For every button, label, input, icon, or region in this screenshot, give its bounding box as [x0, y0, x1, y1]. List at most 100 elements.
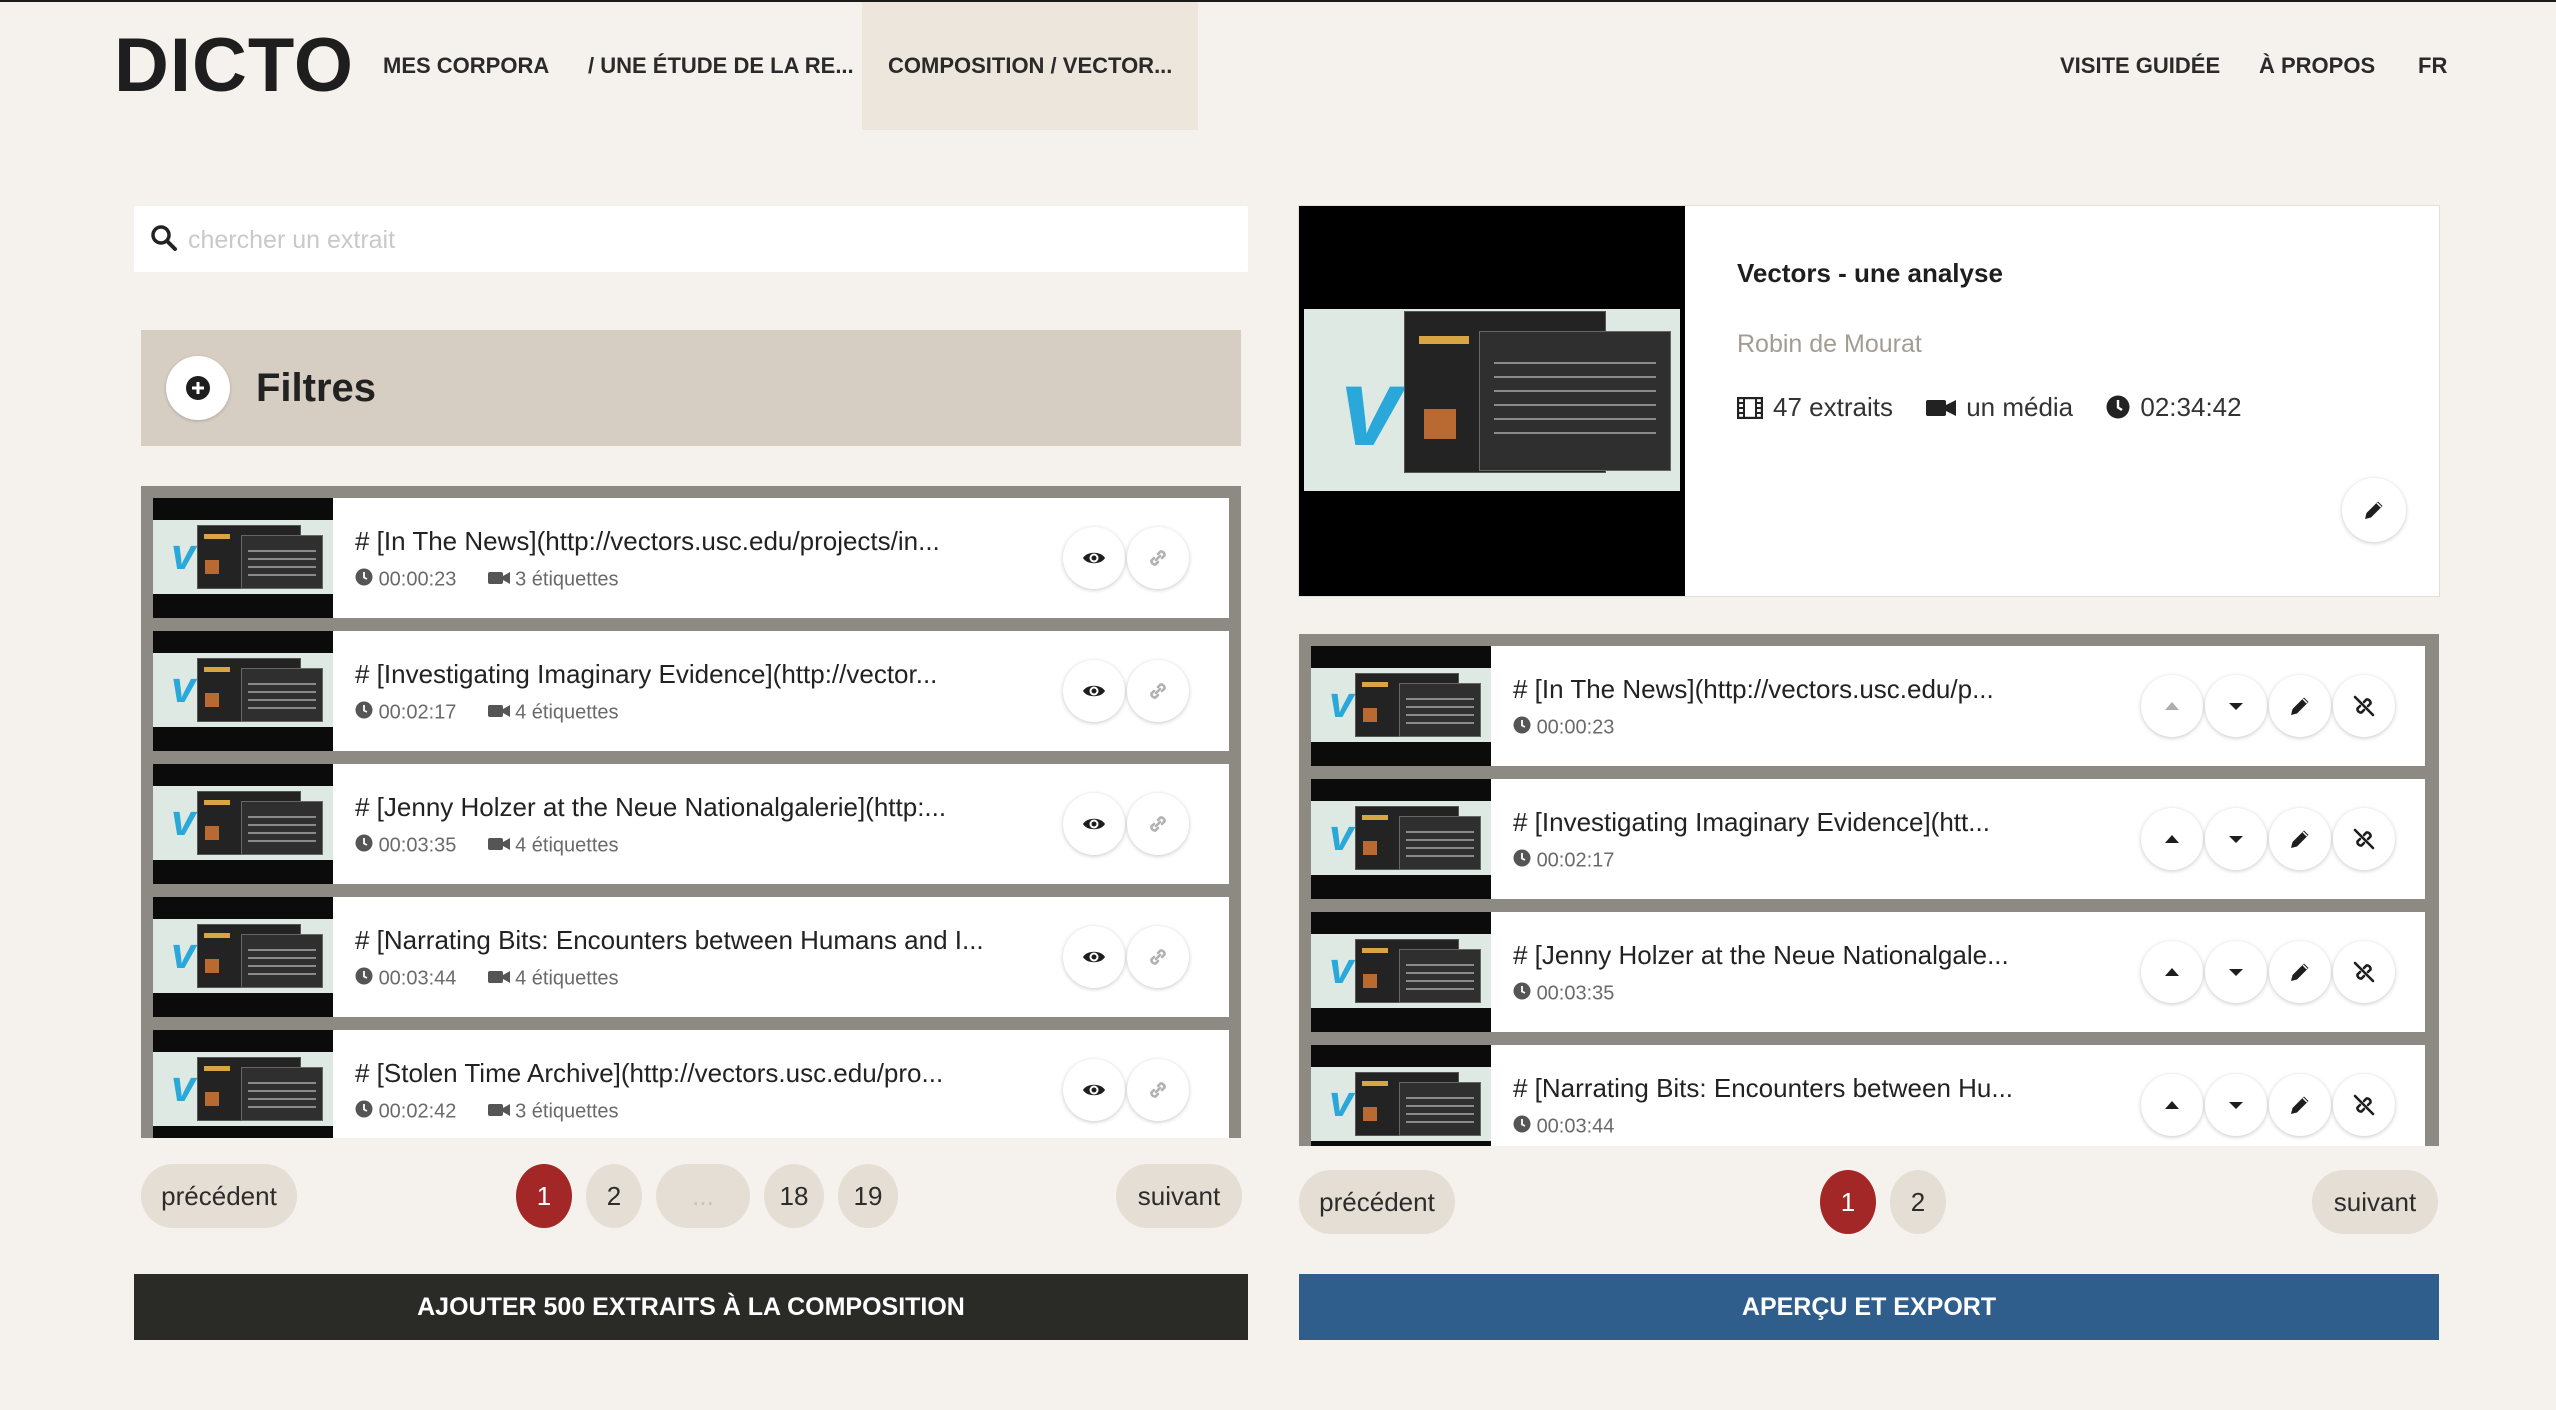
composition-item-title: # [Jenny Holzer at the Neue Nationalgale…	[1513, 940, 2009, 970]
link-button[interactable]	[1127, 660, 1189, 722]
composition-item[interactable]: v # [In The News](http://vectors.usc.edu…	[1311, 646, 2425, 766]
composition-item-duration: 00:02:17	[1536, 849, 1615, 872]
remove-item-button[interactable]	[2333, 808, 2395, 870]
nav-corpora[interactable]: MES CORPORA	[383, 2, 549, 130]
composition-item-meta: 00:03:44	[1513, 1115, 1614, 1139]
prev-page-button[interactable]: précédent	[1299, 1170, 1455, 1234]
app-logo[interactable]: DICTO	[114, 18, 354, 114]
excerpt-meta: 00:02:17 4 étiquettes	[355, 701, 619, 725]
excerpt-item[interactable]: v # [Jenny Holzer at the Neue Nationalga…	[153, 764, 1229, 884]
page-ellipsis: ...	[656, 1164, 750, 1228]
preview-button[interactable]	[1063, 527, 1125, 589]
composition-list[interactable]: v # [In The News](http://vectors.usc.edu…	[1299, 634, 2439, 1146]
link-button[interactable]	[1127, 926, 1189, 988]
excerpt-duration: 00:02:17	[378, 701, 457, 724]
filters-panel[interactable]: Filtres	[141, 330, 1241, 446]
page-button-19[interactable]: 19	[838, 1164, 898, 1228]
composition-author: Robin de Mourat	[1737, 330, 1922, 358]
preview-button[interactable]	[1063, 926, 1125, 988]
move-down-button[interactable]	[2205, 808, 2267, 870]
edit-composition-button[interactable]	[2342, 478, 2406, 542]
composition-item-title: # [In The News](http://vectors.usc.edu/p…	[1513, 674, 1994, 704]
nav-composition[interactable]: COMPOSITION / VECTOR...	[862, 2, 1199, 130]
edit-item-button[interactable]	[2269, 1074, 2331, 1136]
page-button-1[interactable]: 1	[516, 1164, 572, 1228]
remove-item-button[interactable]	[2333, 675, 2395, 737]
composition-video-thumbnail[interactable]: v	[1299, 206, 1685, 596]
excerpt-item[interactable]: v # [Investigating Imaginary Evidence](h…	[153, 631, 1229, 751]
add-excerpts-button[interactable]: AJOUTER 500 EXTRAITS À LA COMPOSITION	[134, 1274, 1248, 1340]
video-camera-icon	[487, 569, 510, 592]
move-down-button[interactable]	[2205, 675, 2267, 737]
page-button-18[interactable]: 18	[764, 1164, 824, 1228]
filters-toggle-button[interactable]	[166, 356, 230, 420]
excerpt-item[interactable]: v # [Narrating Bits: Encounters between …	[153, 897, 1229, 1017]
remove-item-button[interactable]	[2333, 941, 2395, 1003]
clock-icon	[1513, 849, 1531, 873]
move-up-button[interactable]	[2141, 808, 2203, 870]
preview-button[interactable]	[1063, 660, 1125, 722]
film-icon	[1736, 392, 1773, 422]
excerpt-thumbnail: v	[1311, 779, 1491, 899]
composition-card: v Vectors - une analyse Robin de Mourat …	[1299, 206, 2439, 596]
clock-icon	[355, 967, 373, 991]
composition-duration: 02:34:42	[2140, 392, 2242, 422]
excerpt-duration: 00:03:35	[378, 834, 457, 857]
composition-stats: 47 extraits un média 02:34:42	[1736, 392, 2268, 423]
preview-button[interactable]	[1063, 1059, 1125, 1121]
edit-item-button[interactable]	[2269, 675, 2331, 737]
excerpt-item[interactable]: v # [In The News](http://vectors.usc.edu…	[153, 498, 1229, 618]
excerpt-tags: 3 étiquettes	[515, 1100, 619, 1123]
excerpt-title: # [In The News](http://vectors.usc.edu/p…	[355, 526, 940, 556]
search-input[interactable]	[186, 206, 1230, 274]
excerpt-meta: 00:03:35 4 étiquettes	[355, 834, 619, 858]
excerpt-title: # [Narrating Bits: Encounters between Hu…	[355, 925, 984, 955]
excerpt-thumbnail: v	[1311, 912, 1491, 1032]
composition-item[interactable]: v # [Investigating Imaginary Evidence](h…	[1311, 779, 2425, 899]
clock-icon	[1513, 982, 1531, 1006]
search-icon	[150, 224, 178, 252]
nav-about[interactable]: À PROPOS	[2259, 2, 2375, 130]
page-button-1[interactable]: 1	[1820, 1170, 1876, 1234]
excerpt-list[interactable]: v # [In The News](http://vectors.usc.edu…	[141, 486, 1241, 1138]
nav-corpus[interactable]: / UNE ÉTUDE DE LA RE...	[588, 2, 854, 130]
edit-item-button[interactable]	[2269, 941, 2331, 1003]
remove-item-button[interactable]	[2333, 1074, 2395, 1136]
preview-export-button[interactable]: APERÇU ET EXPORT	[1299, 1274, 2439, 1340]
composition-item-duration: 00:03:35	[1536, 982, 1615, 1005]
excerpt-title: # [Jenny Holzer at the Neue Nationalgale…	[355, 792, 947, 822]
preview-button[interactable]	[1063, 793, 1125, 855]
excerpt-meta: 00:03:44 4 étiquettes	[355, 967, 619, 991]
clock-icon	[1513, 1115, 1531, 1139]
excerpt-tags: 4 étiquettes	[515, 967, 619, 990]
move-down-button[interactable]	[2205, 941, 2267, 1003]
move-up-button[interactable]	[2141, 941, 2203, 1003]
excerpt-thumbnail: v	[153, 897, 333, 1017]
excerpt-meta: 00:02:42 3 étiquettes	[355, 1100, 619, 1124]
composition-item[interactable]: v # [Jenny Holzer at the Neue Nationalga…	[1311, 912, 2425, 1032]
link-button[interactable]	[1127, 527, 1189, 589]
clock-icon	[1513, 716, 1531, 740]
excerpt-tags: 4 étiquettes	[515, 701, 619, 724]
video-camera-icon	[1926, 392, 1966, 422]
link-button[interactable]	[1127, 793, 1189, 855]
nav-language[interactable]: FR	[2418, 2, 2447, 130]
nav-guided-tour[interactable]: VISITE GUIDÉE	[2060, 2, 2220, 130]
edit-item-button[interactable]	[2269, 808, 2331, 870]
prev-page-button[interactable]: précédent	[141, 1164, 297, 1228]
page-button-2[interactable]: 2	[586, 1164, 642, 1228]
link-button[interactable]	[1127, 1059, 1189, 1121]
excerpt-thumbnail: v	[153, 631, 333, 751]
composition-item-meta: 00:00:23	[1513, 716, 1614, 740]
page-button-2[interactable]: 2	[1890, 1170, 1946, 1234]
composition-item[interactable]: v # [Narrating Bits: Encounters between …	[1311, 1045, 2425, 1146]
move-down-button[interactable]	[2205, 1074, 2267, 1136]
excerpt-thumbnail: v	[153, 498, 333, 618]
next-page-button[interactable]: suivant	[2312, 1170, 2438, 1234]
move-up-button[interactable]	[2141, 675, 2203, 737]
move-up-button[interactable]	[2141, 1074, 2203, 1136]
next-page-button[interactable]: suivant	[1116, 1164, 1242, 1228]
excerpt-item[interactable]: v # [Stolen Time Archive](http://vectors…	[153, 1030, 1229, 1138]
excerpt-thumbnail: v	[1311, 646, 1491, 766]
composition-item-duration: 00:03:44	[1536, 1115, 1615, 1138]
